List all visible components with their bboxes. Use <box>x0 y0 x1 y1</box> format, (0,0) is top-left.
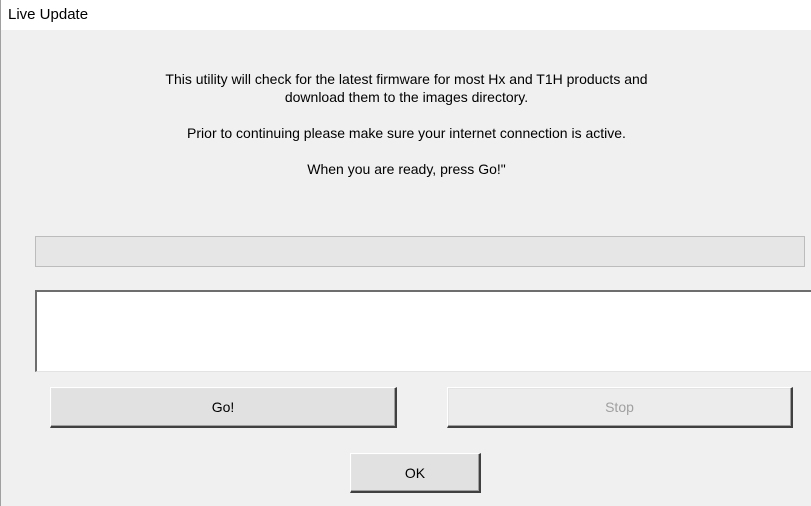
intro-text-line1: This utility will check for the latest f… <box>165 71 648 87</box>
progress-bar <box>35 236 805 267</box>
connection-note: Prior to continuing please make sure you… <box>187 125 626 141</box>
go-button[interactable]: Go! <box>50 387 397 428</box>
title-bar: Live Update <box>1 0 811 30</box>
stop-button[interactable]: Stop <box>447 387 793 428</box>
status-log-box[interactable] <box>35 290 811 372</box>
ready-prompt: When you are ready, press Go!" <box>307 161 506 177</box>
intro-text-line2: download them to the images directory. <box>284 89 529 105</box>
live-update-dialog: Live Update This utility will check for … <box>0 0 811 506</box>
window-title: Live Update <box>8 6 89 23</box>
ok-button[interactable]: OK <box>350 453 481 493</box>
